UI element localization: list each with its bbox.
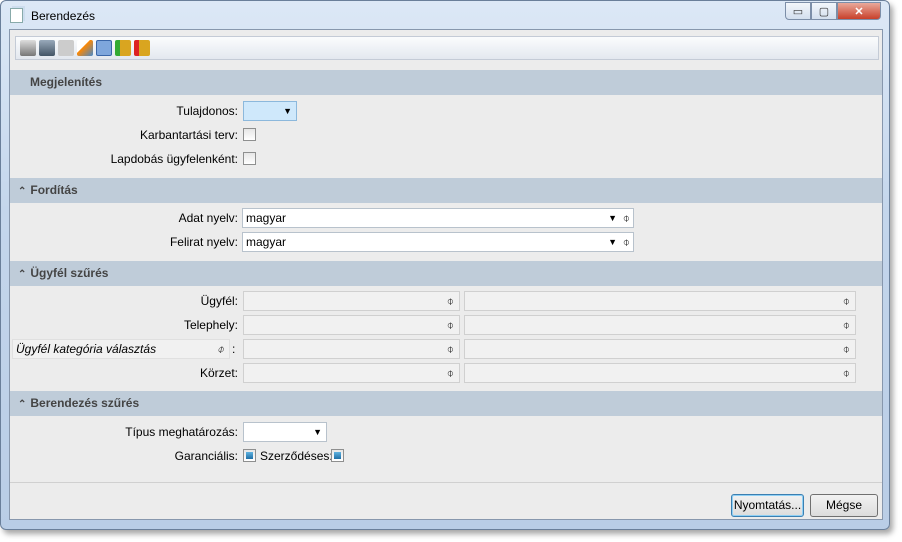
site-from-field[interactable]: ⌽ [243,315,460,335]
printer-icon[interactable] [20,40,36,56]
data-language-dropdown[interactable]: magyar ▼ ⌽ [242,208,634,228]
category-to-field[interactable]: ⌽ [464,339,856,359]
database-export-icon[interactable] [134,40,150,56]
collapse-icon: ⌃ [18,186,27,197]
caption-language-label: Felirat nyelv: [169,235,238,249]
paperclip-icon[interactable]: ⌽ [623,233,630,251]
paperclip-icon[interactable]: ⌽ [217,340,224,358]
page-break-checkbox[interactable] [243,152,256,165]
type-dropdown[interactable]: ▼ [243,422,327,442]
chevron-down-icon: ▼ [283,106,292,116]
section-header-translation[interactable]: ⌃ Fordítás [10,178,882,203]
edit-icon[interactable] [77,40,93,56]
district-label: Körzet: [199,366,238,380]
category-from-field[interactable]: ⌽ [243,339,460,359]
maintenance-plan-label: Karbantartási terv: [139,128,238,142]
section-header-equipment-filter[interactable]: ⌃ Berendezés szűrés [10,391,882,416]
contract-label: Szerződéses: [260,449,333,463]
client-label: Ügyfél: [200,294,238,308]
chevron-down-icon: ▼ [608,237,617,247]
client-from-field[interactable]: ⌽ [243,291,460,311]
window-title: Berendezés [31,9,96,23]
paperclip-icon[interactable]: ⌽ [447,340,454,358]
paperclip-icon[interactable]: ⌽ [447,364,454,382]
contract-checkbox[interactable] [331,449,344,462]
warranty-label: Garanciális: [174,449,238,463]
paperclip-icon[interactable]: ⌽ [843,364,850,382]
maintenance-plan-checkbox[interactable] [243,128,256,141]
collapse-icon: ⌃ [18,399,27,410]
caption-language-dropdown[interactable]: magyar ▼ ⌽ [242,232,634,252]
paperclip-icon[interactable]: ⌽ [843,292,850,310]
paperclip-icon[interactable]: ⌽ [447,292,454,310]
paperclip-icon[interactable]: ⌽ [843,316,850,334]
paperclip-icon[interactable]: ⌽ [623,209,630,227]
cancel-button[interactable]: Mégse [810,494,878,517]
close-button[interactable]: ✕ [837,2,881,20]
dialog-window: Berendezés ▭ ▢ ✕ Megjelenítés Tulajdonos… [0,0,890,530]
toolbar [15,36,879,60]
footer-divider [10,482,882,483]
paperclip-icon[interactable]: ⌽ [447,316,454,334]
dialog-client: Megjelenítés Tulajdonos: ▼ Karbantartási… [9,29,883,520]
window-icon [10,8,23,23]
site-label: Telephely: [183,318,238,332]
section-header-display[interactable]: Megjelenítés [10,70,882,95]
category-colon: : [232,342,236,356]
section-header-client-filter[interactable]: ⌃ Ügyfél szűrés [10,261,882,286]
district-from-field[interactable]: ⌽ [243,363,460,383]
print-button[interactable]: Nyomtatás... [731,494,804,517]
preview-icon[interactable] [58,40,74,56]
client-to-field[interactable]: ⌽ [464,291,856,311]
client-category-selector[interactable]: Ügyfél kategória választás ⌽ [12,339,230,359]
page-break-label: Lapdobás ügyfelenként: [110,152,238,166]
warranty-checkbox[interactable] [243,449,256,462]
paperclip-icon[interactable]: ⌽ [843,340,850,358]
data-language-label: Adat nyelv: [178,211,238,225]
type-label: Típus meghatározás: [125,425,238,439]
maximize-button[interactable]: ▢ [811,2,837,20]
database-refresh-icon[interactable] [115,40,131,56]
owner-label: Tulajdonos: [176,104,238,118]
print-setup-icon[interactable] [39,40,55,56]
site-to-field[interactable]: ⌽ [464,315,856,335]
chevron-down-icon: ▼ [313,427,322,437]
minimize-button[interactable]: ▭ [785,2,811,20]
owner-dropdown[interactable]: ▼ [243,101,297,121]
district-to-field[interactable]: ⌽ [464,363,856,383]
chevron-down-icon: ▼ [608,213,617,223]
collapse-icon: ⌃ [18,269,27,280]
calculator-icon[interactable] [96,40,112,56]
